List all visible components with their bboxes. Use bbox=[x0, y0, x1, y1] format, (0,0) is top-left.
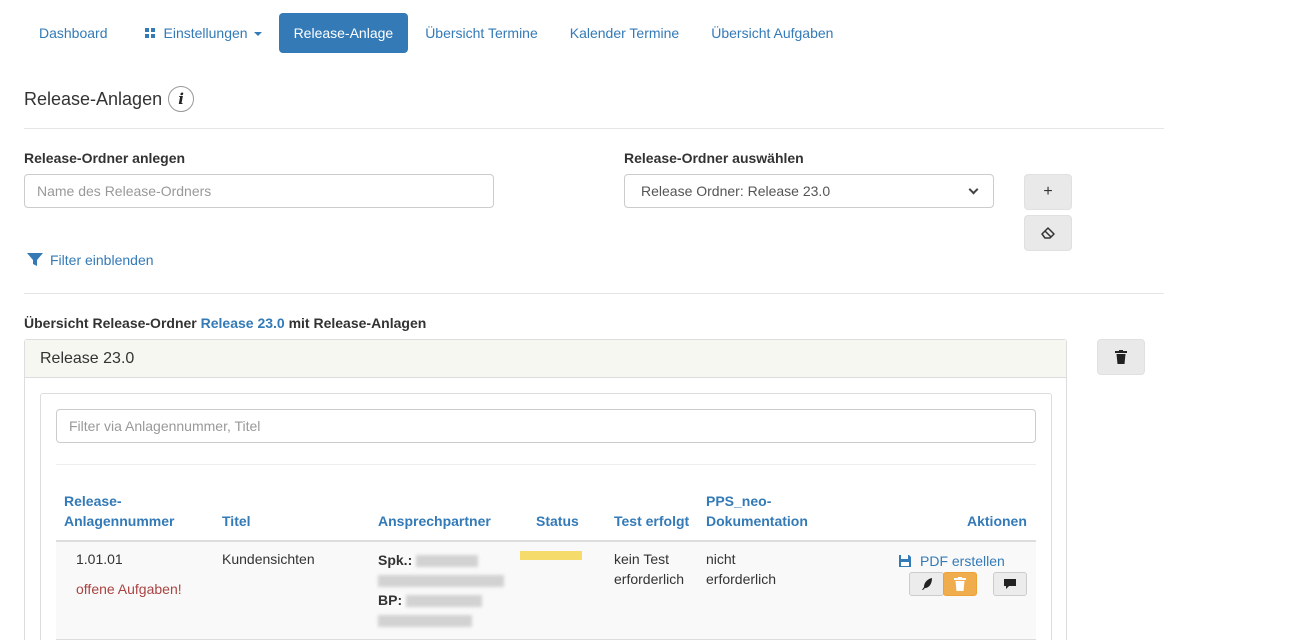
floppy-disk-icon bbox=[899, 555, 911, 567]
row-doc-line1: nicht bbox=[706, 551, 736, 567]
nav-uebersicht-termine-label: Übersicht Termine bbox=[425, 25, 538, 41]
trash-icon bbox=[954, 577, 966, 591]
column-header-line2: Dokumentation bbox=[706, 513, 808, 529]
nav-einstellungen-label: Einstellungen bbox=[163, 25, 248, 41]
main-nav: Dashboard Einstellungen Release-Anlage Ü… bbox=[24, 13, 848, 53]
redacted-text bbox=[378, 615, 472, 628]
pdf-create-label: PDF erstellen bbox=[920, 553, 1005, 569]
row-test-line2: erforderlich bbox=[614, 571, 685, 587]
contact-spk-label: Spk.: bbox=[378, 552, 413, 568]
nav-uebersicht-aufgaben-label: Übersicht Aufgaben bbox=[711, 25, 834, 41]
nav-uebersicht-termine[interactable]: Übersicht Termine bbox=[410, 13, 553, 53]
row-doc: nicht erforderlich bbox=[706, 549, 776, 589]
contact-spk-detail bbox=[378, 570, 518, 590]
table-filter-input[interactable] bbox=[56, 409, 1036, 443]
pdf-create-link[interactable]: PDF erstellen bbox=[898, 553, 1005, 569]
feather-icon bbox=[921, 578, 932, 590]
rename-folder-button[interactable] bbox=[1024, 215, 1072, 251]
divider bbox=[56, 464, 1036, 465]
nav-einstellungen-dropdown[interactable]: Einstellungen bbox=[130, 13, 277, 53]
trash-icon bbox=[1115, 350, 1127, 364]
folder-select[interactable]: Release Ordner: Release 23.0 bbox=[624, 174, 994, 208]
column-header-line2: Anlagennummer bbox=[64, 513, 175, 529]
divider bbox=[24, 293, 1164, 294]
column-header-test-erfolgt[interactable]: Test erfolgt bbox=[614, 511, 689, 531]
add-folder-button[interactable]: + bbox=[1024, 174, 1072, 210]
nav-release-anlage-label: Release-Anlage bbox=[293, 25, 394, 41]
eraser-icon bbox=[1041, 227, 1055, 239]
delete-row-button[interactable] bbox=[943, 572, 977, 596]
column-header-anlagennummer[interactable]: Release- Anlagennummer bbox=[64, 491, 174, 531]
nav-release-anlage[interactable]: Release-Anlage bbox=[278, 13, 409, 53]
page-title-text: Release-Anlagen bbox=[24, 88, 163, 109]
row-doc-line2: erforderlich bbox=[706, 571, 777, 587]
column-header-titel[interactable]: Titel bbox=[222, 511, 251, 531]
page-title: Release-Anlagen i bbox=[24, 86, 195, 112]
row-warning: offene Aufgaben! bbox=[76, 581, 182, 597]
nav-kalender-termine-label: Kalender Termine bbox=[569, 25, 680, 41]
filter-toggle-link[interactable]: Filter einblenden bbox=[26, 252, 154, 268]
redacted-text bbox=[416, 555, 479, 568]
row-test-line1: kein Test bbox=[614, 551, 669, 567]
folder-name-input[interactable] bbox=[24, 174, 494, 208]
filter-icon bbox=[27, 253, 43, 266]
release-panel: Release 23.0 Release- Anlagennummer Tite… bbox=[24, 339, 1067, 640]
nav-dashboard-label: Dashboard bbox=[39, 25, 108, 41]
overview-prefix: Übersicht Release-Ordner bbox=[24, 315, 197, 331]
edit-button[interactable] bbox=[909, 572, 944, 596]
overview-folder-name: Release 23.0 bbox=[200, 315, 285, 331]
nav-kalender-termine[interactable]: Kalender Termine bbox=[555, 13, 694, 53]
contact-bp-detail bbox=[378, 610, 518, 630]
contact-spk: Spk.: bbox=[378, 550, 518, 570]
comment-button[interactable] bbox=[993, 572, 1027, 596]
delete-folder-button[interactable] bbox=[1097, 339, 1145, 375]
chevron-down-icon bbox=[968, 184, 979, 194]
overview-suffix: mit Release-Anlagen bbox=[288, 315, 427, 331]
nav-uebersicht-aufgaben[interactable]: Übersicht Aufgaben bbox=[696, 13, 848, 53]
column-header-line1: Release- bbox=[64, 493, 122, 509]
filter-toggle-label: Filter einblenden bbox=[50, 252, 154, 268]
row-contact: Spk.: BP: bbox=[378, 550, 518, 630]
comment-icon bbox=[1004, 579, 1016, 589]
release-table-panel: Release- Anlagennummer Titel Ansprechpar… bbox=[40, 393, 1052, 640]
redacted-text bbox=[378, 575, 504, 588]
row-number: 1.01.01 bbox=[76, 551, 123, 567]
panel-title: Release 23.0 bbox=[40, 349, 135, 367]
grid-icon bbox=[144, 28, 155, 38]
panel-header: Release 23.0 bbox=[25, 340, 1066, 378]
column-header-dokumentation[interactable]: PPS_neo- Dokumentation bbox=[706, 491, 808, 531]
contact-bp-label: BP: bbox=[378, 592, 403, 608]
row-title: Kundensichten bbox=[222, 551, 315, 567]
column-header-status[interactable]: Status bbox=[536, 511, 579, 531]
plus-icon: + bbox=[1043, 183, 1053, 200]
column-header-ansprechpartner[interactable]: Ansprechpartner bbox=[378, 511, 491, 531]
nav-dashboard[interactable]: Dashboard bbox=[24, 13, 123, 53]
status-indicator bbox=[520, 551, 582, 560]
select-folder-label: Release-Ordner auswählen bbox=[624, 150, 804, 166]
caret-down-icon bbox=[253, 32, 262, 36]
overview-heading: Übersicht Release-Ordner Release 23.0 mi… bbox=[24, 315, 426, 331]
column-header-line1: PPS_neo- bbox=[706, 493, 772, 509]
folder-select-value: Release Ordner: Release 23.0 bbox=[641, 183, 831, 199]
divider bbox=[24, 128, 1164, 129]
create-folder-label: Release-Ordner anlegen bbox=[24, 150, 186, 166]
column-header-aktionen: Aktionen bbox=[967, 513, 1027, 529]
info-icon[interactable]: i bbox=[168, 86, 195, 112]
redacted-text bbox=[406, 595, 483, 608]
contact-bp: BP: bbox=[378, 590, 518, 610]
row-test: kein Test erforderlich bbox=[614, 549, 684, 589]
